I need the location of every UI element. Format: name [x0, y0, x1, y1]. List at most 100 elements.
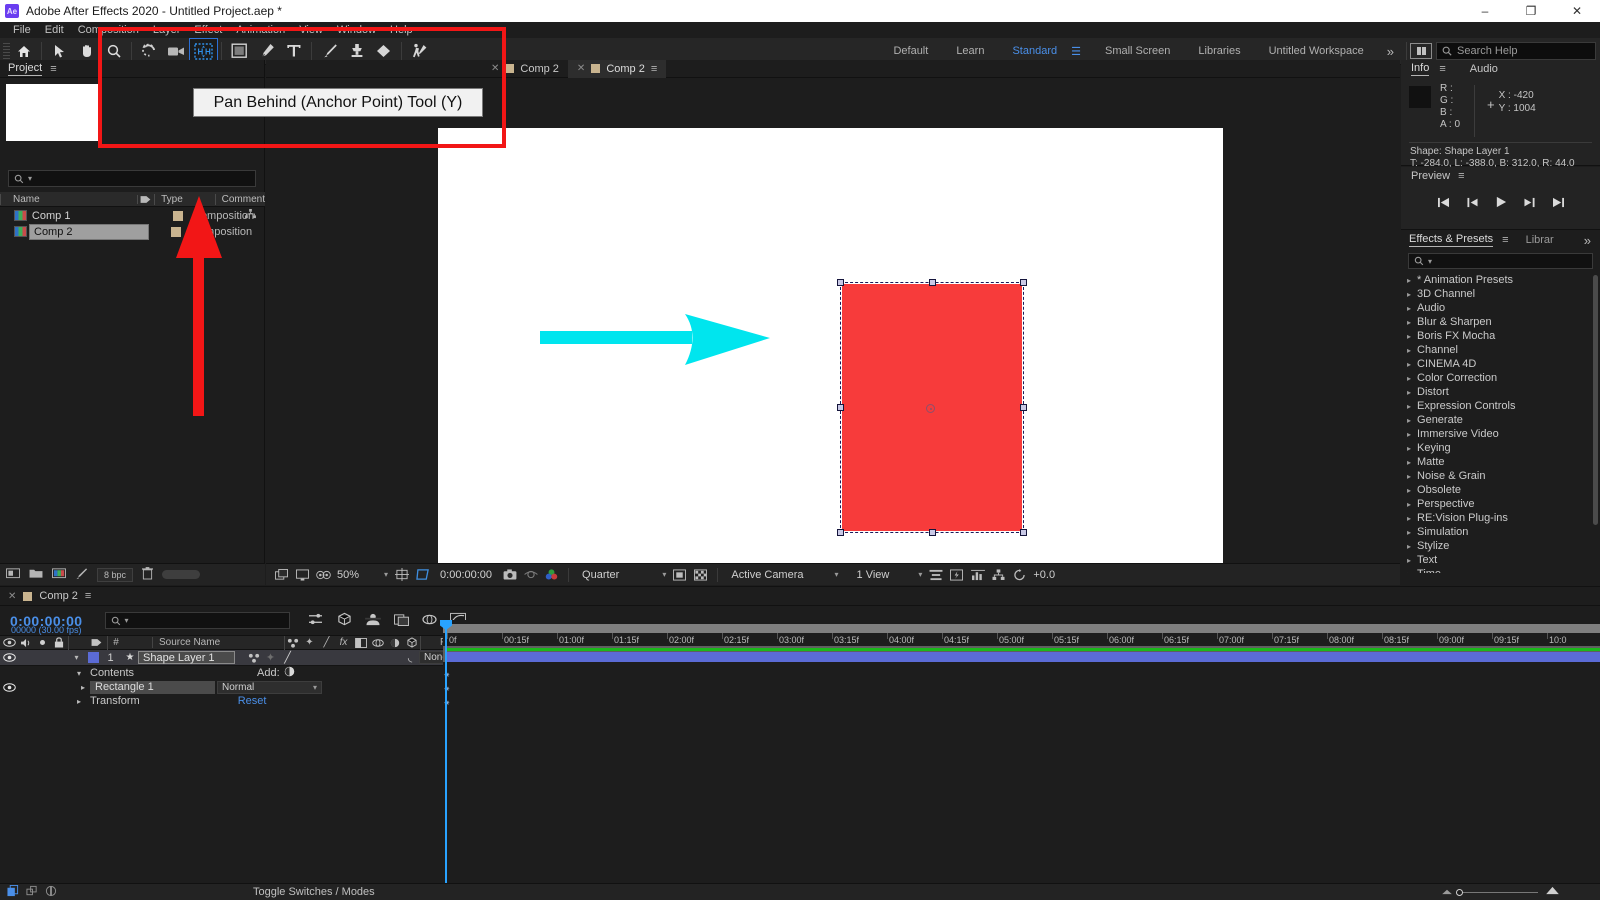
rectangle-blend-mode-select[interactable]: Normal ▾ — [217, 680, 322, 694]
composition-menu-icon[interactable]: ≡ — [651, 63, 657, 75]
audio-icon[interactable] — [18, 636, 35, 650]
chevron-right-icon[interactable]: ▸ — [1407, 402, 1411, 411]
timeline-menu-icon[interactable]: ≡ — [85, 590, 91, 602]
effects-category-row[interactable]: ▸ Stylize — [1401, 539, 1600, 553]
camera-view-select[interactable]: Active Camera ▾ — [731, 569, 838, 581]
layer-quality-icon[interactable]: ╱ — [279, 651, 296, 665]
chevron-right-icon[interactable]: ▸ — [1407, 318, 1411, 327]
motion-blur-switch-icon[interactable] — [369, 636, 386, 650]
selection-handle-ml[interactable] — [837, 404, 844, 411]
layer-name-field[interactable]: Shape Layer 1 — [138, 651, 235, 664]
composition-tab-1[interactable]: ✕ Comp 2 — [482, 60, 568, 78]
selection-handle-tr[interactable] — [1020, 279, 1027, 286]
bit-depth-button[interactable]: 8 bpc — [97, 567, 134, 582]
chevron-right-icon[interactable]: ▸ — [1407, 388, 1411, 397]
chevron-right-icon[interactable]: ▸ — [1407, 360, 1411, 369]
motion-blur-footer-icon[interactable] — [45, 885, 57, 900]
effects-category-row[interactable]: ▸ Generate — [1401, 413, 1600, 427]
exposure-value[interactable]: +0.0 — [1033, 569, 1055, 581]
effects-category-row[interactable]: ▸ Keying — [1401, 441, 1600, 455]
effects-category-row[interactable]: ▸ Distort — [1401, 385, 1600, 399]
chevron-right-icon[interactable]: ▸ — [1407, 346, 1411, 355]
menu-effect[interactable]: Effect — [187, 22, 229, 38]
stereo-3d-icon[interactable] — [316, 568, 331, 582]
next-frame-button[interactable] — [1523, 197, 1536, 211]
zoom-in-icon[interactable] — [1545, 886, 1560, 898]
toggle-mask-paths-icon[interactable] — [672, 568, 687, 582]
motion-blur-icon[interactable] — [421, 613, 437, 629]
zoom-level-select[interactable]: 50% ▾ — [337, 569, 388, 581]
menu-window[interactable]: Window — [330, 22, 383, 38]
timeline-graph-icon[interactable] — [970, 568, 985, 582]
chevron-right-icon[interactable]: ▸ — [1407, 500, 1411, 509]
tab-audio[interactable]: Audio — [1470, 63, 1498, 75]
zoom-knob[interactable] — [1456, 888, 1463, 896]
chevron-right-icon[interactable]: ▸ — [1407, 542, 1411, 551]
grid-guides-icon[interactable] — [394, 568, 409, 582]
adjustment-layer-icon[interactable] — [386, 636, 403, 650]
fast-previews-icon[interactable] — [949, 568, 964, 582]
effects-category-row[interactable]: ▸ Expression Controls — [1401, 399, 1600, 413]
chevron-right-icon[interactable]: ▸ — [1407, 430, 1411, 439]
composition-mini-flowchart-icon[interactable] — [308, 613, 323, 629]
chevron-right-icon[interactable]: ▸ — [1407, 332, 1411, 341]
selection-handle-br[interactable] — [1020, 529, 1027, 536]
rectangle-name[interactable]: Rectangle 1 — [90, 680, 215, 694]
menu-help[interactable]: Help — [383, 22, 420, 38]
close-icon[interactable]: ✕ — [577, 63, 585, 74]
project-settings-icon[interactable] — [75, 567, 88, 583]
contents-add-button[interactable] — [284, 666, 295, 680]
transparency-grid-icon[interactable] — [693, 568, 708, 582]
menu-file[interactable]: File — [6, 22, 38, 38]
tab-libraries[interactable]: Librar — [1526, 234, 1554, 246]
effects-category-row[interactable]: ▸ Noise & Grain — [1401, 469, 1600, 483]
rectangle-visibility-eye-icon[interactable] — [0, 680, 18, 694]
tab-effects-presets[interactable]: Effects & Presets — [1409, 233, 1494, 247]
effects-category-row[interactable]: ▸ CINEMA 4D — [1401, 357, 1600, 371]
first-frame-button[interactable] — [1437, 197, 1450, 211]
chevron-right-icon[interactable]: ▸ — [1407, 304, 1411, 313]
frame-blending-icon[interactable] — [393, 613, 409, 629]
hide-shy-layers-icon[interactable] — [364, 613, 381, 629]
work-area-bar[interactable] — [443, 624, 1600, 633]
share-view-options-icon[interactable] — [928, 568, 943, 582]
project-search-input[interactable]: ▾ — [8, 170, 256, 187]
chevron-right-icon[interactable]: ▸ — [1407, 528, 1411, 537]
effects-category-row[interactable]: ▸ Perspective — [1401, 497, 1600, 511]
chevron-right-icon[interactable]: ▸ — [1407, 486, 1411, 495]
workspace-menu-icon[interactable]: ☰ — [1071, 45, 1091, 58]
tab-info[interactable]: Info — [1411, 62, 1430, 76]
effects-category-row[interactable]: ▸ Boris FX Mocha — [1401, 329, 1600, 343]
lock-icon[interactable] — [50, 636, 68, 650]
layer-number-header[interactable]: # — [107, 635, 124, 650]
new-composition-icon[interactable] — [52, 567, 66, 582]
toggle-switches-modes-label[interactable]: Toggle Switches / Modes — [253, 886, 375, 898]
contents-expand-arrow-icon[interactable]: ▾ — [72, 669, 86, 678]
main-viewer-icon[interactable] — [295, 568, 310, 582]
timeline-track-area[interactable]: ⁕ ⁕ ⁕ — [440, 620, 1600, 886]
delete-icon[interactable] — [142, 566, 154, 583]
close-icon[interactable]: ✕ — [8, 591, 16, 602]
anchor-point-icon[interactable] — [926, 404, 935, 413]
solo-icon[interactable] — [35, 636, 50, 650]
timeline-search-input[interactable]: ▾ — [104, 612, 290, 629]
minimize-button[interactable]: – — [1462, 0, 1508, 22]
effects-search-input[interactable]: ▾ — [1408, 253, 1593, 269]
transform-reset-link[interactable]: Reset — [238, 695, 267, 707]
rectangle-expand-arrow-icon[interactable]: ▸ — [76, 683, 90, 692]
workspace-layout-icon[interactable] — [1410, 43, 1432, 59]
snapshot-camera-icon[interactable] — [502, 568, 517, 582]
view-layout-select[interactable]: 1 View ▾ — [857, 569, 923, 581]
effects-category-list[interactable]: ▸ * Animation Presets ▸ 3D Channel ▸ Audio ▸ Bl… — [1401, 273, 1600, 573]
layer-visibility-eye-icon[interactable] — [0, 651, 18, 665]
reset-exposure-icon[interactable] — [1012, 568, 1027, 582]
chevron-right-icon[interactable]: ▸ — [1407, 444, 1411, 453]
selection-handle-tl[interactable] — [837, 279, 844, 286]
chevron-right-icon[interactable]: ▸ — [1407, 472, 1411, 481]
project-row-comp1[interactable]: Comp 1 Composition — [0, 208, 265, 223]
effects-category-row[interactable]: ▸ RE:Vision Plug-ins — [1401, 511, 1600, 525]
layer-label-swatch[interactable] — [88, 652, 99, 663]
parent-switch-icon[interactable] — [284, 635, 301, 650]
effects-category-row[interactable]: ▸ * Animation Presets — [1401, 273, 1600, 287]
region-of-interest-icon[interactable] — [415, 568, 430, 582]
